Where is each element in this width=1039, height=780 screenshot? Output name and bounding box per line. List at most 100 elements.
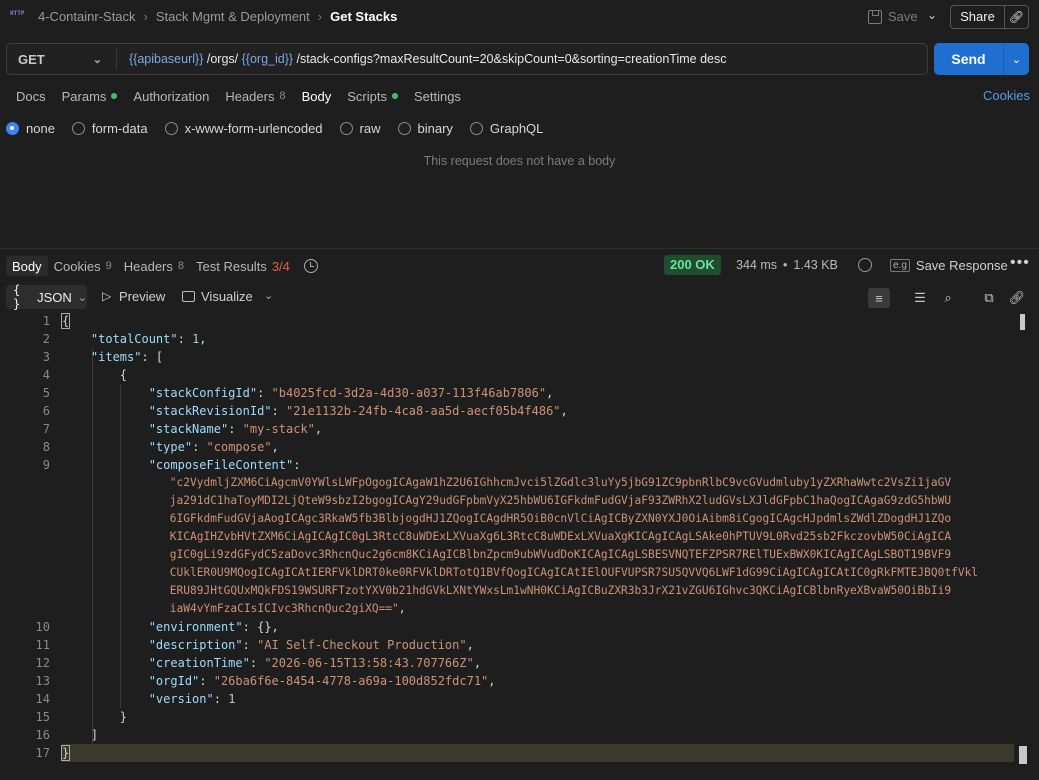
response-meta: 344 ms • 1.43 KB [736, 258, 838, 272]
wrap-lines-icon[interactable]: ≡ [868, 288, 890, 308]
tab-docs[interactable]: Docs [8, 86, 54, 106]
tab-authorization[interactable]: Authorization [125, 86, 217, 106]
response-code-editor[interactable]: 1 2 3 4 5 6 7 8 9 10 11 12 13 14 15 16 17 { "totalCount"… [0, 312, 1039, 780]
line-number [0, 528, 50, 546]
scrollbar-thumb[interactable] [1020, 314, 1025, 330]
code-line: "stackConfigId": "b4025fcd-3d2a-4d30-a03… [148, 386, 554, 400]
line-number: 10 [35, 620, 50, 634]
modified-dot-icon [391, 93, 398, 99]
code-line: "creationTime": "2026-06-15T13:58:43.707… [148, 656, 482, 670]
code-line: "environment": {}, [148, 620, 279, 634]
radio-none[interactable]: none [6, 121, 55, 136]
breadcrumb-folder[interactable]: Stack Mgmt & Deployment [156, 9, 310, 24]
save-button[interactable]: Save [868, 9, 918, 24]
radio-x-www-form-urlencoded[interactable]: x-www-form-urlencoded [164, 121, 323, 136]
no-body-message: This request does not have a body [423, 154, 616, 168]
image-icon [182, 291, 195, 302]
visualize-chevron-icon[interactable]: ⌄ [264, 289, 273, 302]
url-variable-org-id: {{org_id}} [241, 52, 294, 66]
request-tabs: Docs Params Authorization Headers 8 Body … [8, 86, 469, 106]
line-number [0, 474, 50, 492]
radio-icon [339, 122, 353, 135]
line-number: 12 [35, 656, 50, 670]
tab-scripts[interactable]: Scripts [339, 86, 406, 106]
line-number: 17 [35, 746, 50, 760]
chevron-down-icon: ⌄ [92, 53, 102, 66]
line-number: 16 [35, 728, 50, 742]
line-number-gutter: 1 2 3 4 5 6 7 8 9 10 11 12 13 14 15 16 17 [0, 312, 50, 762]
tab-params[interactable]: Params [54, 86, 126, 106]
line-number: 1 [42, 314, 50, 328]
code-line-wrapped: ja291dC1haToyMDI2LjQteW9sbzI2bgogICAgY29… [169, 494, 952, 507]
code-line: "composeFileContent": [148, 458, 301, 472]
save-response-button[interactable]: e.g Save Response [890, 258, 1008, 273]
response-tab-body[interactable]: Body [6, 256, 48, 276]
method-label: GET [18, 51, 45, 67]
radio-form-data[interactable]: form-data [71, 121, 148, 136]
radio-binary[interactable]: binary [397, 121, 453, 136]
code-line-wrapped: KICAgIHZvbHVtZXM6CiAgICAgIC0gL3RtcC8uWDE… [169, 530, 952, 543]
radio-raw[interactable]: raw [339, 121, 381, 136]
response-time[interactable]: 344 ms [736, 258, 777, 272]
tab-headers[interactable]: Headers 8 [217, 86, 293, 106]
radio-graphql[interactable]: GraphQL [469, 121, 543, 136]
cookies-link[interactable]: Cookies [983, 88, 1030, 103]
code-content: { "totalCount": 1, "items": [ { "stackCo… [60, 312, 1014, 762]
history-icon[interactable] [303, 259, 318, 273]
visualize-button[interactable]: Visualize [182, 289, 253, 304]
breadcrumb: 4-Containr-Stack › Stack Mgmt & Deployme… [38, 9, 397, 24]
tab-body[interactable]: Body [294, 86, 340, 106]
save-label: Save [888, 9, 918, 24]
share-button[interactable]: Share [951, 6, 1005, 28]
line-number: 13 [35, 674, 50, 688]
network-globe-icon[interactable] [858, 258, 872, 272]
radio-icon [71, 122, 85, 135]
code-line-current: } [60, 744, 1014, 762]
send-dropdown-chevron-icon[interactable]: ⌄ [1004, 53, 1029, 66]
line-number: 2 [42, 332, 50, 346]
breadcrumb-collection[interactable]: 4-Containr-Stack [38, 9, 136, 24]
response-size[interactable]: 1.43 KB [793, 258, 837, 272]
url-path-query: /stack-configs?maxResultCount=20&skipCou… [293, 52, 727, 66]
meta-separator: • [783, 258, 788, 272]
example-icon: e.g [890, 259, 910, 272]
response-tab-test-results[interactable]: Test Results 3/4 [190, 256, 296, 276]
preview-button[interactable]: Preview [102, 289, 165, 305]
response-tabs: Body Cookies 9 Headers 8 Test Results 3/4 [6, 256, 318, 276]
link-icon[interactable]: 🔗︎ [1005, 10, 1028, 24]
copy-icon[interactable]: ⧉ [978, 288, 1000, 308]
save-dropdown-chevron-icon[interactable]: ⌄ [927, 8, 937, 22]
line-number: 11 [35, 638, 50, 652]
method-select[interactable]: GET ⌄ [7, 48, 117, 70]
more-options-icon[interactable]: ••• [1010, 254, 1030, 272]
search-icon[interactable]: ⌕ [937, 288, 959, 308]
code-line: { [119, 368, 128, 382]
line-number [0, 510, 50, 528]
send-button-group: Send ⌄ [934, 43, 1029, 75]
code-line: "description": "AI Self-Checkout Product… [148, 638, 474, 652]
url-input[interactable]: {{apibaseurl}} /orgs/ {{org_id}} /stack-… [117, 52, 727, 66]
line-number [0, 582, 50, 600]
url-variable-apibaseurl: {{apibaseurl}} [129, 52, 204, 66]
line-number: 14 [35, 692, 50, 706]
pane-divider[interactable] [0, 248, 1039, 249]
send-button[interactable]: Send [934, 43, 1004, 75]
body-type-radios: none form-data x-www-form-urlencoded raw… [6, 121, 543, 136]
filter-icon[interactable]: ☰ [909, 288, 931, 308]
format-select[interactable]: { } JSON ⌄ [6, 283, 87, 311]
code-line-wrapped: ERU89JHtGQUxMQkFDS19WSURFTzotYXV0b21hdGV… [169, 584, 952, 597]
status-badge[interactable]: 200 OK [664, 255, 721, 275]
share-button-group: Share 🔗︎ [950, 5, 1029, 29]
line-number: 6 [42, 404, 50, 418]
response-tab-headers[interactable]: Headers 8 [118, 256, 190, 276]
tab-settings[interactable]: Settings [406, 86, 469, 106]
line-number [0, 492, 50, 510]
code-line: "orgId": "26ba6f6e-8454-4778-a69a-100d85… [148, 674, 496, 688]
chevron-right-icon: › [143, 9, 148, 24]
line-number [0, 600, 50, 618]
response-tab-cookies[interactable]: Cookies 9 [48, 256, 118, 276]
link-icon[interactable]: 🔗︎ [1006, 288, 1028, 308]
scrollbar-thumb-bottom[interactable] [1019, 746, 1027, 764]
request-title[interactable]: Get Stacks [330, 9, 397, 24]
play-icon [102, 289, 113, 303]
